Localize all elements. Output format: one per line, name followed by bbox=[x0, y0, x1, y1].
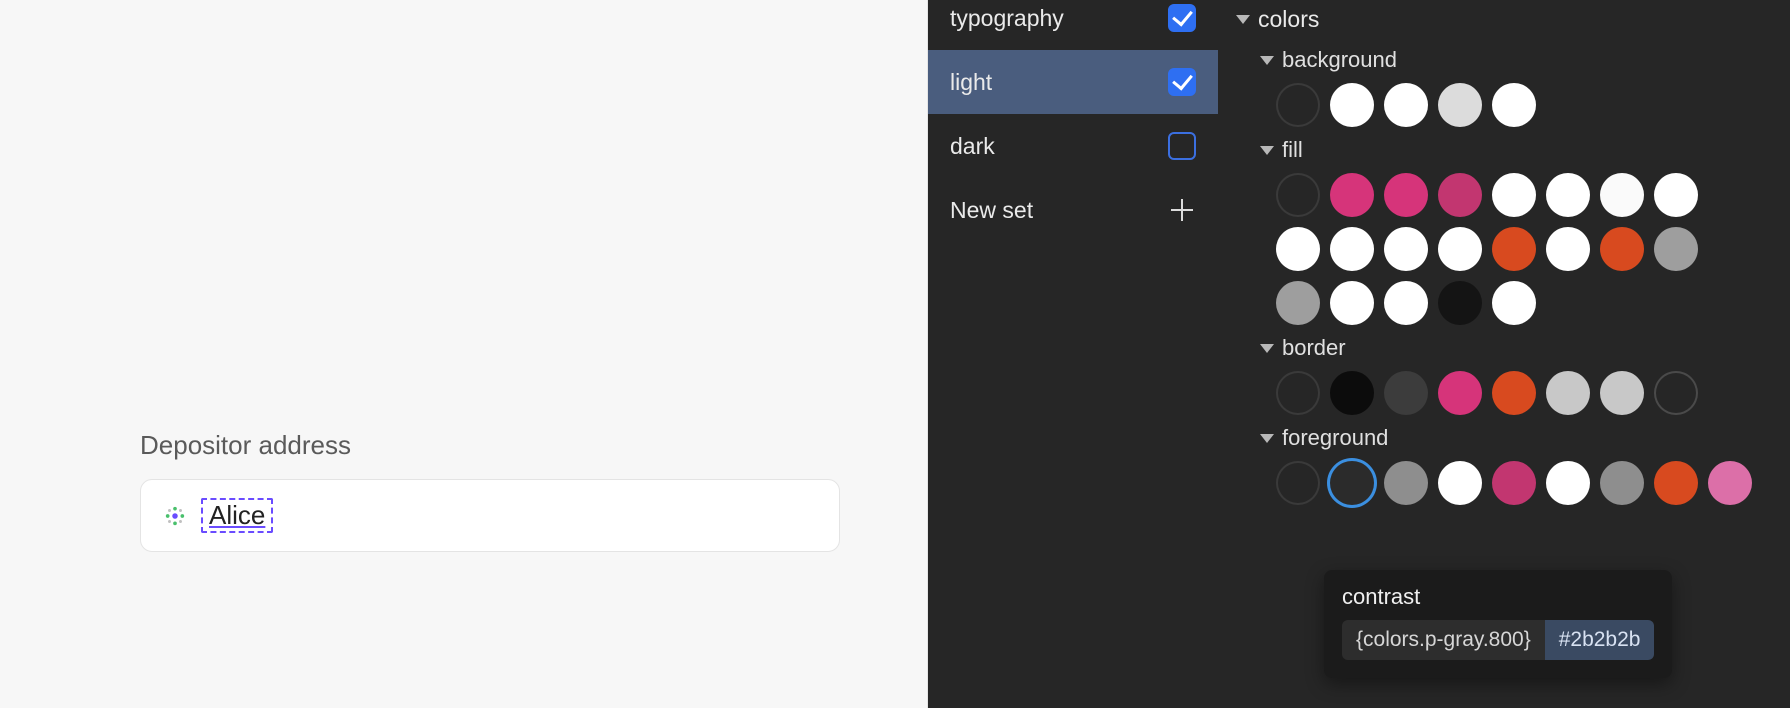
group-header[interactable]: foreground bbox=[1260, 425, 1772, 451]
group-label: fill bbox=[1282, 137, 1303, 163]
token-tree: colors background fill bbox=[1218, 0, 1790, 708]
themeset-list: typography light dark New set bbox=[928, 0, 1218, 708]
swatch-row bbox=[1276, 173, 1706, 325]
color-swatch[interactable] bbox=[1384, 227, 1428, 271]
chevron-down-icon bbox=[1260, 146, 1274, 155]
color-swatch[interactable] bbox=[1492, 227, 1536, 271]
color-swatch[interactable] bbox=[1546, 227, 1590, 271]
color-swatch[interactable] bbox=[1600, 227, 1644, 271]
themeset-item-typography[interactable]: typography bbox=[928, 0, 1218, 50]
color-swatch[interactable] bbox=[1546, 461, 1590, 505]
form-group-depositor: Depositor address Alice bbox=[140, 430, 840, 552]
color-swatch[interactable] bbox=[1438, 83, 1482, 127]
themeset-item-dark[interactable]: dark bbox=[928, 114, 1218, 178]
color-swatch[interactable] bbox=[1276, 227, 1320, 271]
group-label: border bbox=[1282, 335, 1346, 361]
tooltip-resolved-value: #2b2b2b bbox=[1545, 620, 1655, 660]
color-swatch[interactable] bbox=[1654, 371, 1698, 415]
depositor-address-value[interactable]: Alice bbox=[201, 498, 273, 533]
color-swatch[interactable] bbox=[1492, 83, 1536, 127]
color-swatch[interactable] bbox=[1546, 173, 1590, 217]
color-swatch[interactable] bbox=[1600, 371, 1644, 415]
add-token-slot[interactable] bbox=[1276, 83, 1320, 127]
group-label: foreground bbox=[1282, 425, 1388, 451]
themeset-label: dark bbox=[950, 133, 995, 160]
form-label: Depositor address bbox=[140, 430, 840, 461]
color-swatch[interactable] bbox=[1438, 281, 1482, 325]
chevron-down-icon bbox=[1236, 15, 1250, 24]
themeset-item-light[interactable]: light bbox=[928, 50, 1218, 114]
group-header[interactable]: background bbox=[1260, 47, 1772, 73]
depositor-address-field[interactable]: Alice bbox=[140, 479, 840, 552]
color-swatch[interactable] bbox=[1330, 371, 1374, 415]
color-swatch[interactable] bbox=[1492, 281, 1536, 325]
color-swatch[interactable] bbox=[1438, 461, 1482, 505]
themeset-new-label: New set bbox=[950, 197, 1033, 224]
color-swatch[interactable] bbox=[1384, 461, 1428, 505]
add-token-slot[interactable] bbox=[1276, 461, 1320, 505]
color-swatch[interactable] bbox=[1384, 281, 1428, 325]
checkbox-icon[interactable] bbox=[1168, 132, 1196, 160]
canvas-panel: Depositor address Alice bbox=[0, 0, 928, 708]
checkbox-icon[interactable] bbox=[1168, 4, 1196, 32]
token-group-border: border bbox=[1260, 335, 1772, 415]
color-swatch[interactable] bbox=[1492, 461, 1536, 505]
color-swatch[interactable] bbox=[1708, 461, 1752, 505]
tooltip-value-row: {colors.p-gray.800} #2b2b2b bbox=[1342, 620, 1654, 660]
token-tooltip: contrast {colors.p-gray.800} #2b2b2b bbox=[1324, 570, 1672, 678]
color-swatch[interactable] bbox=[1546, 371, 1590, 415]
themeset-new[interactable]: New set bbox=[928, 178, 1218, 242]
color-swatch[interactable] bbox=[1330, 83, 1374, 127]
add-token-slot[interactable] bbox=[1276, 173, 1320, 217]
checkbox-icon[interactable] bbox=[1168, 68, 1196, 96]
color-swatch[interactable] bbox=[1654, 227, 1698, 271]
color-swatch[interactable] bbox=[1330, 281, 1374, 325]
themeset-label: light bbox=[950, 69, 992, 96]
color-swatch[interactable] bbox=[1438, 227, 1482, 271]
identity-icon bbox=[163, 504, 187, 528]
group-header[interactable]: fill bbox=[1260, 137, 1772, 163]
inspector-panel: typography light dark New set colors bbox=[928, 0, 1790, 708]
tree-root-colors[interactable]: colors bbox=[1236, 6, 1772, 33]
color-swatch[interactable] bbox=[1276, 281, 1320, 325]
group-label: background bbox=[1282, 47, 1397, 73]
themeset-label: typography bbox=[950, 5, 1064, 32]
color-swatch[interactable] bbox=[1438, 371, 1482, 415]
chevron-down-icon bbox=[1260, 434, 1274, 443]
color-swatch[interactable] bbox=[1384, 371, 1428, 415]
tooltip-reference: {colors.p-gray.800} bbox=[1342, 620, 1545, 660]
color-swatch[interactable] bbox=[1492, 371, 1536, 415]
tree-root-label: colors bbox=[1258, 6, 1319, 33]
color-swatch[interactable] bbox=[1330, 173, 1374, 217]
color-swatch[interactable] bbox=[1654, 173, 1698, 217]
add-token-slot[interactable] bbox=[1276, 371, 1320, 415]
color-swatch[interactable] bbox=[1654, 461, 1698, 505]
token-group-background: background bbox=[1260, 47, 1772, 127]
tooltip-title: contrast bbox=[1342, 584, 1654, 610]
plus-icon[interactable] bbox=[1168, 196, 1196, 224]
color-swatch[interactable] bbox=[1600, 173, 1644, 217]
color-swatch[interactable] bbox=[1384, 83, 1428, 127]
chevron-down-icon bbox=[1260, 56, 1274, 65]
token-group-fill: fill bbox=[1260, 137, 1772, 325]
color-swatch[interactable] bbox=[1384, 173, 1428, 217]
group-header[interactable]: border bbox=[1260, 335, 1772, 361]
color-swatch[interactable] bbox=[1330, 227, 1374, 271]
token-group-foreground: foreground bbox=[1260, 425, 1772, 505]
color-swatch[interactable] bbox=[1600, 461, 1644, 505]
swatch-row bbox=[1276, 461, 1772, 505]
swatch-row bbox=[1276, 83, 1706, 127]
swatch-row bbox=[1276, 371, 1706, 415]
color-swatch[interactable] bbox=[1492, 173, 1536, 217]
color-swatch[interactable] bbox=[1438, 173, 1482, 217]
chevron-down-icon bbox=[1260, 344, 1274, 353]
color-swatch[interactable] bbox=[1330, 461, 1374, 505]
